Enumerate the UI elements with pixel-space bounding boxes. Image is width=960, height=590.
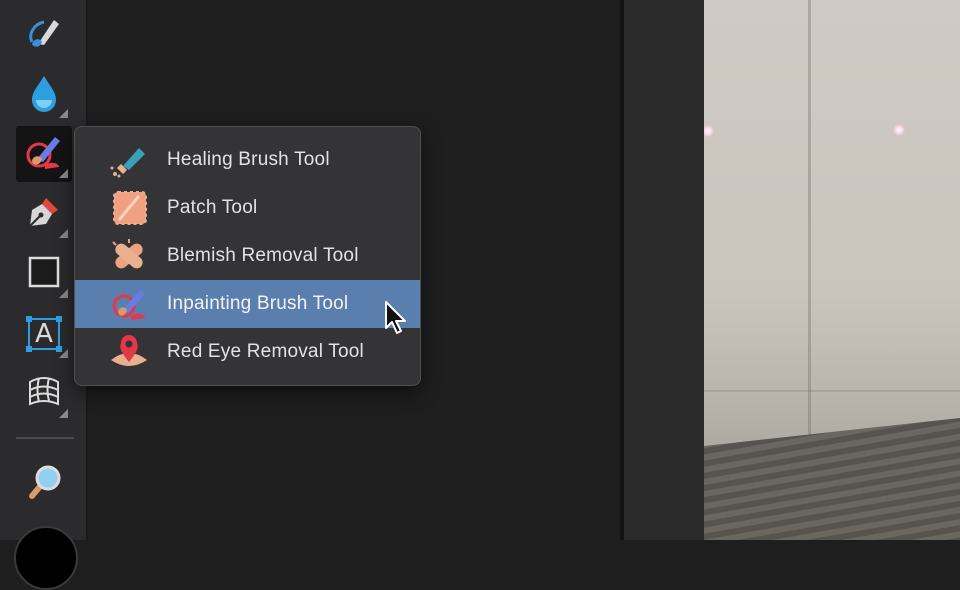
wall-seam [808,0,811,440]
healing-brush-icon [109,142,149,178]
flyout-indicator [59,109,68,118]
red-eye-icon [109,334,149,370]
water-drop-icon [26,72,62,117]
pen-tool-button[interactable] [16,186,72,242]
mesh-warp-icon [24,372,64,417]
magnifier-icon [24,462,64,507]
flyout-indicator [59,349,68,358]
light-spot [704,125,714,137]
toolbar-separator [16,437,74,439]
pen-nib-icon [24,192,64,237]
flyout-indicator [59,169,68,178]
roof-tiles [704,418,960,540]
menu-item-label: Inpainting Brush Tool [167,293,349,314]
menu-item-label: Blemish Removal Tool [167,245,359,266]
menu-item-label: Patch Tool [167,197,258,218]
inpainting-brush-icon [109,286,149,322]
zoom-tool-button[interactable] [16,456,72,512]
flyout-indicator [59,229,68,238]
color-swatch[interactable] [14,526,78,590]
menu-item-label: Healing Brush Tool [167,149,330,170]
menu-item-red-eye-removal[interactable]: Red Eye Removal Tool [75,328,420,376]
fill-tool-button[interactable] [16,66,72,122]
bandage-icon [109,238,149,274]
mesh-warp-tool-button[interactable] [16,366,72,422]
menu-item-healing-brush[interactable]: Healing Brush Tool [75,136,420,184]
rectangle-tool-button[interactable] [16,246,72,302]
menu-item-label: Red Eye Removal Tool [167,341,364,362]
inpainting-tool-button[interactable] [16,126,72,182]
menu-item-blemish-removal[interactable]: Blemish Removal Tool [75,232,420,280]
text-tool-button[interactable]: A [16,306,72,362]
tool-flyout-menu: Healing Brush Tool Patch Tool Blemish Re… [74,126,421,386]
rectangle-icon [26,254,62,295]
mouse-pointer-icon [384,300,408,341]
canvas-margin [624,0,704,540]
patch-icon [109,190,149,226]
flyout-indicator [59,289,68,298]
text-a-icon: A [25,315,63,353]
paintbrush-icon [24,12,64,57]
menu-item-patch[interactable]: Patch Tool [75,184,420,232]
light-spot [893,124,905,136]
brush-tool-button[interactable] [16,6,72,62]
document-photo [704,0,960,540]
wall-line [704,390,960,392]
text-tool-glyph: A [35,319,53,349]
flyout-indicator [59,409,68,418]
menu-item-inpainting-brush[interactable]: Inpainting Brush Tool [75,280,420,328]
